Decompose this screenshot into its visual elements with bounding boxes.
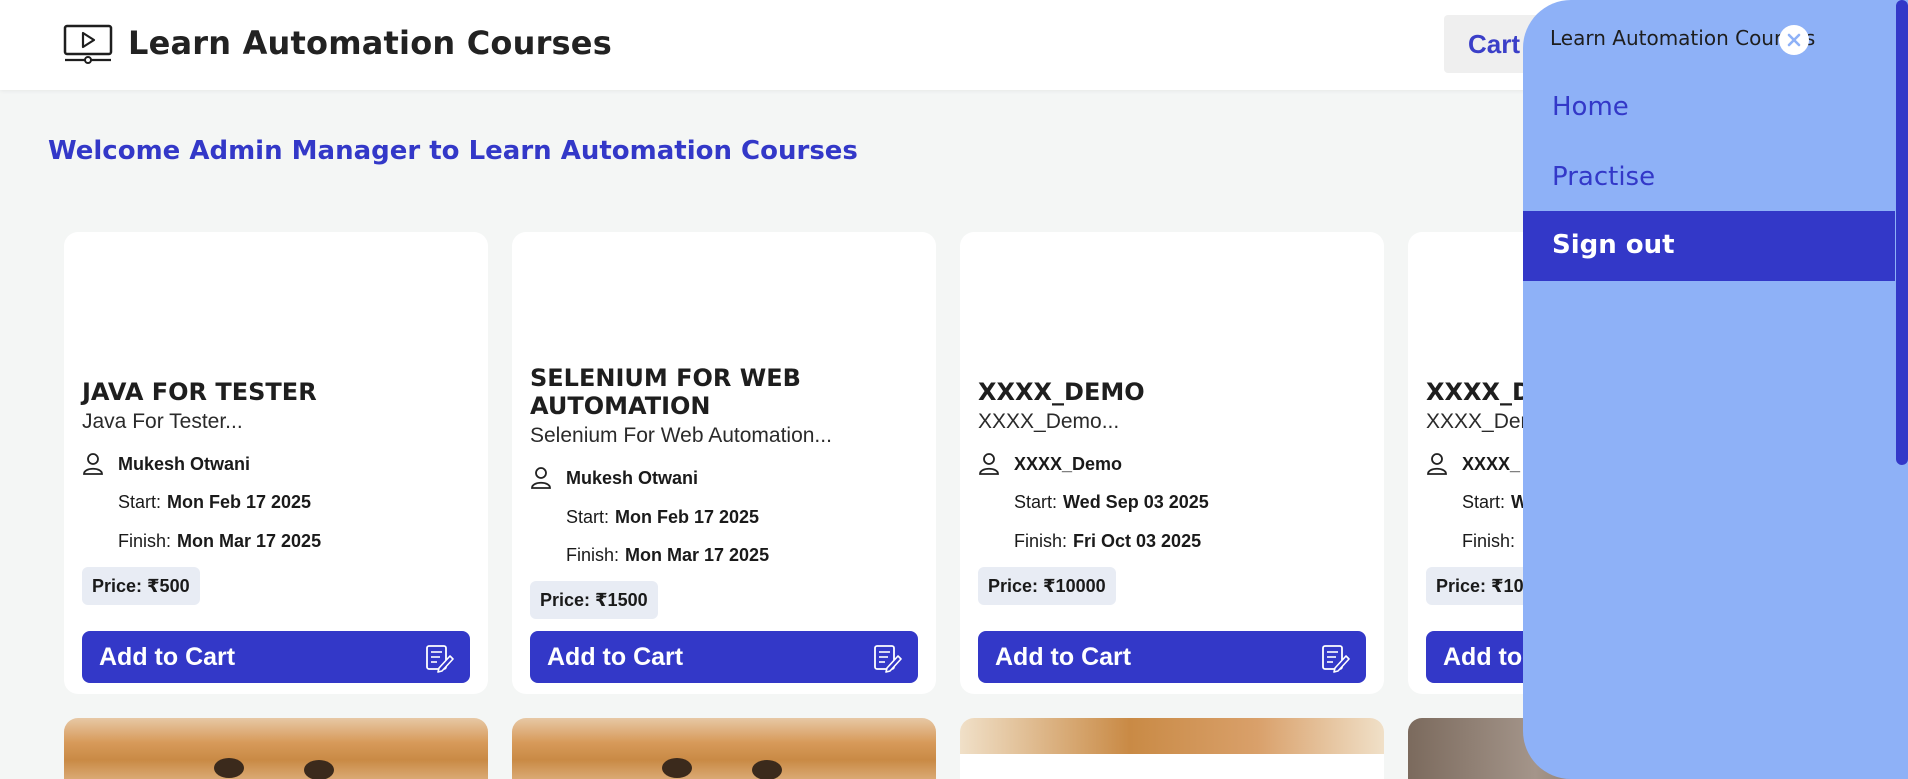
course-subtitle: XXXX_Demo... [978,410,1120,433]
notepad-pencil-icon [426,645,454,673]
author-name: Mukesh Otwani [118,454,251,474]
start-date: Start: Mon Feb 17 2025 [118,492,312,512]
add-to-cart-label: Add to Cart [99,643,236,671]
price-badge: Price: ₹10000 [978,567,1116,605]
notepad-pencil-icon [1322,645,1350,673]
app-title: Learn Automation Courses [128,24,612,62]
course-card: SELENIUM FOR WEB AUTOMATION Selenium For… [512,232,936,694]
finish-date: Finish: [1462,531,1516,551]
finish-date: Finish: Mon Mar 17 2025 [118,531,322,551]
course-subtitle: Selenium For Web Automation... [530,424,832,447]
finish-date: Finish: Mon Mar 17 2025 [566,545,770,565]
author-name: Mukesh Otwani [566,468,699,488]
course-title: XXXX_DEMO [978,378,1145,406]
course-title: JAVA FOR TESTER [82,378,317,406]
start-date: Start: Mon Feb 17 2025 [566,507,760,527]
course-title: SELENIUM FOR WEB AUTOMATION [530,364,801,420]
person-icon [979,453,999,475]
author-name: XXXX_Demo [1014,454,1123,474]
course-subtitle: XXXX_Der [1426,410,1528,433]
course-thumbnail [960,718,1384,779]
sign-out-label: Sign out [1552,230,1675,260]
author-name: XXXX_ [1462,454,1521,474]
video-player-icon [63,24,113,64]
price-badge: Price: ₹1500 [530,581,658,619]
add-to-cart-label: Add to Cart [995,643,1132,671]
start-date: Start: W [1462,492,1529,512]
notepad-pencil-icon [874,645,902,673]
drawer-title: Learn Automation Courses [1550,26,1816,50]
course-title: XXXX_D [1426,378,1532,406]
person-icon [531,467,551,489]
start-date: Start: Wed Sep 03 2025 [1014,492,1209,512]
scrollbar-thumb[interactable] [1896,0,1908,465]
person-icon [1427,453,1447,475]
course-subtitle: Java For Tester... [82,410,243,433]
side-drawer: Learn Automation Courses Home Practise S… [1523,0,1908,779]
add-to-cart-label: Add to Cart [547,643,684,671]
sign-out-button[interactable]: Sign out [1523,211,1895,281]
add-to-cart-button[interactable]: Add to Cart [82,631,470,683]
course-thumbnail [64,718,488,779]
add-to-cart-button[interactable]: Add to Cart [530,631,918,683]
welcome-message: Welcome Admin Manager to Learn Automatio… [48,136,858,166]
person-icon [83,453,103,475]
add-to-cart-label: Add to [1443,643,1523,671]
close-button[interactable] [1779,25,1809,55]
course-thumbnail [512,718,936,779]
finish-date: Finish: Fri Oct 03 2025 [1014,531,1202,551]
add-to-cart-button[interactable]: Add to Cart [978,631,1366,683]
course-card: XXXX_DEMO XXXX_Demo... XXXX_Demo Start: W… [960,232,1384,694]
course-card: JAVA FOR TESTER Java For Tester... Mukes… [64,232,488,694]
drawer-item-home[interactable]: Home [1552,92,1629,122]
close-icon [1787,33,1801,47]
drawer-item-practise[interactable]: Practise [1552,162,1655,192]
price-badge: Price: ₹500 [82,567,200,605]
cart-button-label: Cart [1468,29,1521,59]
